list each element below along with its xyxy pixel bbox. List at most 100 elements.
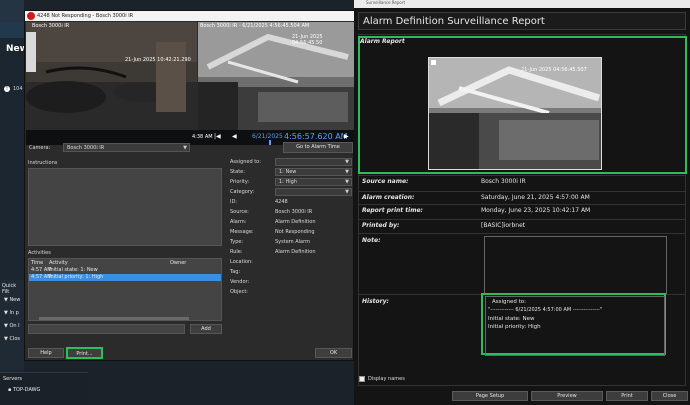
activities-table: Time Activity Owner 4:57 AM Initial stat… xyxy=(28,258,222,321)
activities-label: Activities xyxy=(28,250,51,256)
step-back-icon[interactable]: |◀ xyxy=(214,133,221,140)
print-button[interactable]: Print... xyxy=(66,347,103,359)
row-number: 104 xyxy=(13,86,23,92)
page-setup-button[interactable]: Page Setup xyxy=(452,391,528,401)
app-header xyxy=(0,0,24,22)
history-state: Initial state: New xyxy=(488,316,535,322)
video-right-timestamp: 21-Jun 2025 04:56:45.50 xyxy=(292,34,323,46)
note-label: Note: xyxy=(362,237,381,244)
server-item[interactable]: ▪ TOP-DAWG xyxy=(8,387,40,393)
field-label: Priority: xyxy=(230,179,250,185)
field-label: Type: xyxy=(230,239,244,245)
report-field-value: Bosch 3000i IR xyxy=(481,178,526,185)
field-label: Message: xyxy=(230,229,254,235)
quick-filter-item[interactable]: ▼ On I xyxy=(4,323,20,329)
report-field-value: [BASIC]iorbnet xyxy=(481,222,526,229)
field-label: Source: xyxy=(230,209,249,215)
report-title: Alarm Definition Surveillance Report xyxy=(358,12,686,30)
field-label: Alarm: xyxy=(230,219,247,225)
report-field-label: Alarm creation: xyxy=(362,194,415,201)
activities-header-owner: Owner xyxy=(170,260,187,266)
history-box: Assigned to: "------------- 6/21/2025 4:… xyxy=(485,296,665,356)
play-forward-icon[interactable]: ▶ xyxy=(344,133,349,140)
add-activity-button[interactable]: Add xyxy=(190,324,222,334)
field-select-value: 1: High xyxy=(279,179,297,185)
ok-button[interactable]: OK xyxy=(315,348,352,358)
field-select[interactable]: ▼ xyxy=(275,158,352,166)
snapshot-timestamp: 21-Jun 2025 04:56:45.507 xyxy=(521,67,587,73)
field-select[interactable]: ▼ xyxy=(275,188,352,196)
video-right[interactable]: Bosch 3000i IR - 6/21/2025 4:56:45.504 A… xyxy=(198,22,354,130)
field-select[interactable]: 1: High ▼ xyxy=(275,178,352,186)
server-icon: ▪ xyxy=(8,387,12,393)
field-value: System Alarm xyxy=(275,239,310,245)
divider xyxy=(358,204,686,205)
field-select-value: 1: New xyxy=(279,169,297,175)
close-button[interactable]: Close xyxy=(651,391,688,401)
video-left-timestamp: 21-Jun 2025 10:42:21.290 xyxy=(125,57,191,63)
timeline-time: 4:56:57.620 AM xyxy=(284,132,348,141)
help-button[interactable]: Help xyxy=(28,348,64,358)
instructions-field[interactable] xyxy=(28,168,222,246)
print-report-button[interactable]: Print xyxy=(606,391,648,401)
history-priority: Initial priority: High xyxy=(488,324,541,330)
report-field-label: Report print time: xyxy=(362,207,423,214)
info-icon: ! xyxy=(4,86,10,92)
field-label: ID: xyxy=(230,199,238,205)
field-label: State: xyxy=(230,169,245,175)
camera-select[interactable]: Bosch 3000i IR ▼ xyxy=(63,143,190,152)
alarm-dialog: 4248 Not Responding - Bosch 3000i IR Bos… xyxy=(24,10,355,361)
video-right-camera-label: Bosch 3000i IR - 6/21/2025 4:56:45.504 A… xyxy=(200,23,310,29)
field-select[interactable]: 1: New ▼ xyxy=(275,168,352,176)
chevron-down-icon: ▼ xyxy=(345,159,349,165)
report-field-value: Saturday, June 21, 2025 4:57:00 AM xyxy=(481,194,590,201)
activity-input[interactable] xyxy=(28,324,185,334)
go-to-alarm-time-button[interactable]: Go to Alarm Time xyxy=(283,142,353,153)
preview-button[interactable]: Preview xyxy=(531,391,603,401)
divider xyxy=(358,191,686,192)
chevron-down-icon: ▼ xyxy=(345,169,349,175)
table-row-selected[interactable]: 4:57 AM Initial priority: 1: High xyxy=(29,274,221,281)
report-window-title: Surveillance Report xyxy=(366,0,406,5)
instructions-label: Instructions xyxy=(28,160,58,166)
timeline-date[interactable]: 6/21/2025 xyxy=(252,133,283,140)
divider xyxy=(358,233,686,234)
report-field-value: Monday, June 23, 2025 10:42:17 AM xyxy=(481,207,591,214)
video-left[interactable]: Bosch 3000i IR 21-Jun 2025 10:42:21.290 xyxy=(26,22,197,130)
activities-header-activity: Activity xyxy=(49,260,68,266)
field-value: 4248 xyxy=(275,199,288,205)
camera-label: Camera: xyxy=(29,145,51,151)
horizontal-scrollbar[interactable] xyxy=(39,317,189,320)
note-box xyxy=(484,236,667,294)
quick-filter-item[interactable]: ▼ New xyxy=(4,297,20,303)
dialog-title-bar: 4248 Not Responding - Bosch 3000i IR xyxy=(25,11,355,21)
display-names-checkbox[interactable] xyxy=(359,376,365,382)
alarm-app-icon xyxy=(27,12,35,20)
history-separator: "------------- 6/21/2025 4:57:00 AM ----… xyxy=(488,307,603,313)
field-label: Assigned to: xyxy=(230,159,261,165)
app-nav-strip[interactable] xyxy=(0,22,24,38)
quick-filter-item[interactable]: ▼ Clos xyxy=(4,336,20,342)
quick-filter-item[interactable]: ▼ In p xyxy=(4,310,19,316)
display-names-label: Display names xyxy=(368,376,405,382)
field-label: Object: xyxy=(230,289,248,295)
play-back-icon[interactable]: ◀ xyxy=(232,133,237,140)
video-left-camera-label: Bosch 3000i IR xyxy=(32,23,70,29)
divider xyxy=(358,219,686,220)
field-label: Category: xyxy=(230,189,255,195)
field-label: Tag: xyxy=(230,269,241,275)
field-label: Vendor: xyxy=(230,279,250,285)
table-row[interactable]: 4:57 AM Initial state: 1: New xyxy=(29,267,221,274)
snapshot-marker xyxy=(431,60,436,65)
report-title-bar: Surveillance Report xyxy=(354,0,690,8)
field-label: Rule: xyxy=(230,249,243,255)
divider xyxy=(358,175,686,176)
activities-header-time: Time xyxy=(31,260,44,266)
field-value: Bosch 3000i IR xyxy=(275,209,313,215)
history-label: History: xyxy=(362,298,389,305)
quick-filters-panel: Quick Filt ▼ New ▼ In p ▼ On I ▼ Clos xyxy=(0,280,24,370)
chevron-down-icon: ▼ xyxy=(345,189,349,195)
servers-label: Servers xyxy=(3,376,23,382)
report-field-label: Source name: xyxy=(362,178,409,185)
timeline-cursor[interactable] xyxy=(269,140,271,145)
